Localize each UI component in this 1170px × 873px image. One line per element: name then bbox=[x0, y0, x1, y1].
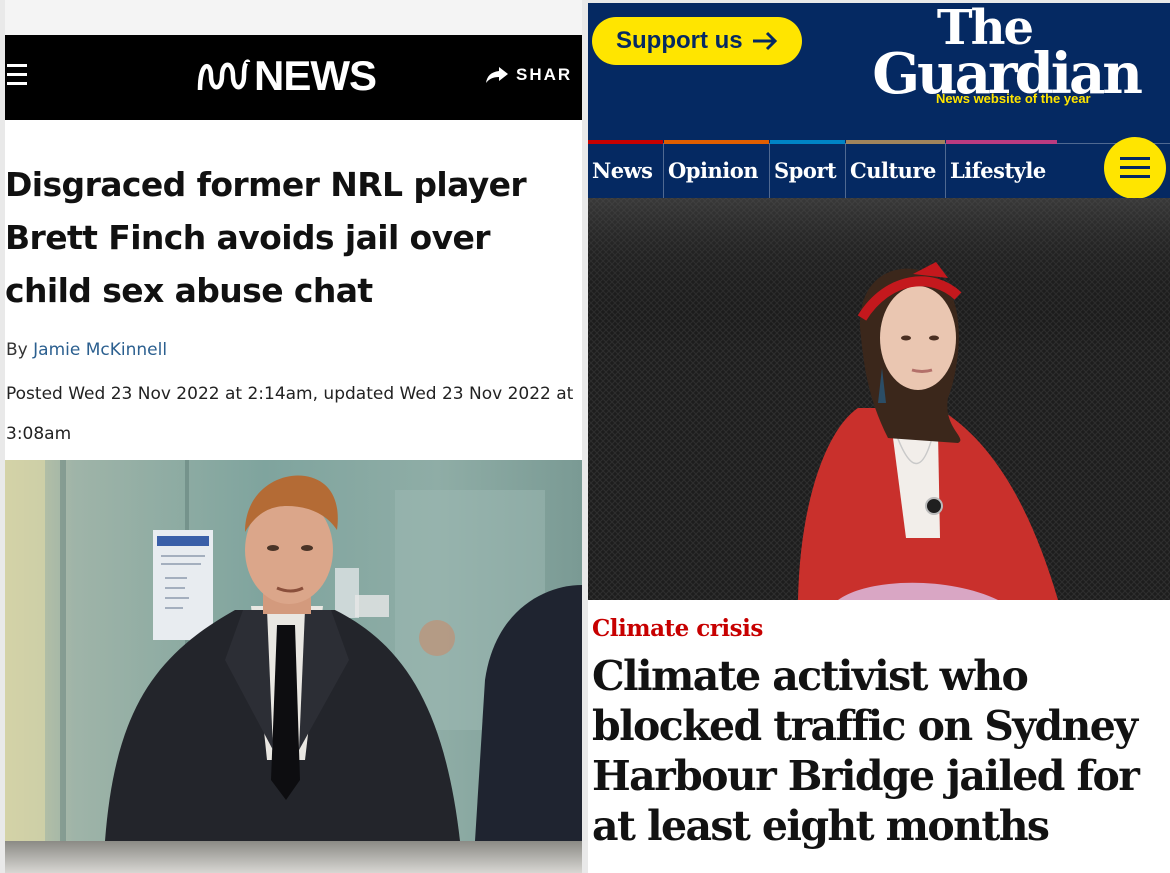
byline: By Jamie McKinnell bbox=[6, 340, 167, 360]
nav-culture[interactable]: Culture bbox=[845, 140, 945, 198]
menu-line bbox=[1120, 157, 1150, 160]
top-gap bbox=[5, 0, 582, 35]
nav-news-label: News bbox=[592, 158, 653, 183]
arrow-right-icon bbox=[752, 31, 777, 51]
guardian-logo[interactable]: The Guardian bbox=[870, 4, 1143, 102]
article-headline: Climate activist who blocked traffic on … bbox=[592, 652, 1140, 850]
author-link[interactable]: Jamie McKinnell bbox=[33, 340, 167, 360]
menu-line bbox=[1120, 175, 1150, 178]
nav-lifestyle[interactable]: Lifestyle bbox=[945, 140, 1057, 198]
pillar-bar-news bbox=[588, 140, 663, 144]
article-photo: i bbox=[588, 198, 1170, 600]
pillar-bar-lifestyle bbox=[946, 140, 1057, 144]
logo-tagline: News website of the year bbox=[936, 91, 1091, 106]
nav-sport[interactable]: Sport bbox=[769, 140, 845, 198]
nav-sport-label: Sport bbox=[774, 158, 837, 183]
support-us-button[interactable]: Support us bbox=[592, 17, 802, 65]
menu-button[interactable] bbox=[1104, 137, 1166, 199]
article-photo bbox=[5, 460, 582, 841]
nav-opinion[interactable]: Opinion bbox=[663, 140, 769, 198]
byline-prefix: By bbox=[6, 340, 34, 360]
menu-icon[interactable] bbox=[7, 64, 29, 88]
nav-news[interactable]: News bbox=[588, 140, 663, 198]
guardian-header: Support us The Guardian News website of … bbox=[588, 3, 1170, 143]
nav-culture-label: Culture bbox=[850, 158, 936, 183]
abc-news-screenshot: NEWS SHAR Disgraced former NRL player Br… bbox=[5, 0, 582, 873]
share-icon bbox=[486, 67, 508, 83]
abc-news-logo[interactable]: NEWS bbox=[197, 51, 377, 101]
abc-header: NEWS SHAR bbox=[5, 35, 582, 120]
support-us-label: Support us bbox=[616, 27, 743, 54]
share-label: SHAR bbox=[516, 65, 573, 84]
bottom-gap bbox=[5, 841, 582, 873]
nav-opinion-label: Opinion bbox=[668, 158, 758, 183]
abc-lissajous-icon bbox=[197, 59, 251, 91]
abc-brand-text: NEWS bbox=[254, 52, 377, 99]
pillar-bar-culture bbox=[846, 140, 945, 144]
article-headline: Disgraced former NRL player Brett Finch … bbox=[5, 165, 527, 310]
posted-timestamp: Posted Wed 23 Nov 2022 at 2:14am, update… bbox=[6, 384, 574, 444]
article-kicker[interactable]: Climate crisis bbox=[592, 615, 763, 642]
menu-line bbox=[1120, 166, 1150, 169]
pillar-bar-opinion bbox=[664, 140, 769, 144]
pillar-bar-sport bbox=[770, 140, 845, 144]
share-button[interactable]: SHAR bbox=[485, 65, 572, 85]
guardian-screenshot: Support us The Guardian News website of … bbox=[588, 3, 1170, 873]
pillar-nav: News Opinion Sport Culture Lifestyle bbox=[588, 140, 1170, 198]
nav-lifestyle-label: Lifestyle bbox=[950, 158, 1046, 183]
